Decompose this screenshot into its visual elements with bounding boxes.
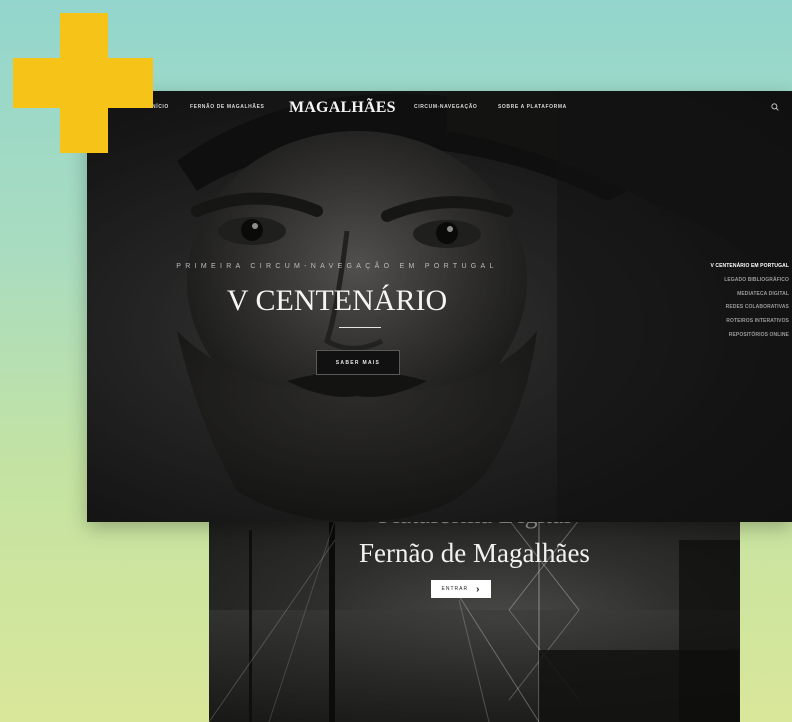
nav-item-fernao-de-magalhaes[interactable]: FERNÃO DE MAGALHÃES — [190, 104, 264, 110]
top-navigation: INÍCIO FERNÃO DE MAGALHÃES MAGALHÃES CIR… — [87, 91, 792, 123]
hero-kicker: PRIMEIRA CIRCUM-NAVEGAÇÃO EM PORTUGAL — [176, 263, 498, 270]
brand-logo[interactable]: MAGALHÃES — [289, 99, 396, 117]
hero-title: V CENTENÁRIO — [226, 284, 448, 317]
enter-button-label: ENTRAR — [441, 586, 469, 592]
ship-rigging-illustration — [209, 500, 740, 722]
side-menu-item-v-centenario[interactable]: V CENTENÁRIO EM PORTUGAL — [677, 260, 789, 274]
search-icon[interactable] — [771, 103, 779, 111]
side-menu-item-mediateca-digital[interactable]: MEDIATECA DIGITAL — [677, 288, 789, 302]
side-menu-item-roteiros-interativos[interactable]: ROTEIROS INTERATIVOS — [677, 315, 789, 329]
side-menu-item-repositorios-online[interactable]: REPOSITÓRIOS ONLINE — [677, 329, 789, 343]
nav-item-sobre-a-plataforma[interactable]: SOBRE A PLATAFORMA — [498, 104, 567, 110]
saber-mais-button[interactable]: SABER MAIS — [316, 350, 400, 375]
enter-button[interactable]: ENTRAR › — [431, 580, 491, 598]
hero-divider — [339, 327, 381, 328]
chevron-right-icon: › — [476, 583, 481, 595]
second-screen-preview: Plataforma Digital Fernão de Magalhães E… — [209, 500, 740, 722]
main-screen-preview: INÍCIO FERNÃO DE MAGALHÃES MAGALHÃES CIR… — [87, 91, 792, 522]
nav-item-circum-navegacao[interactable]: CIRCUM-NAVEGAÇÃO — [414, 104, 477, 110]
side-menu: V CENTENÁRIO EM PORTUGAL LEGADO BIBLIOGR… — [677, 260, 789, 343]
plus-horizontal-bar — [13, 58, 153, 108]
side-menu-item-legado-bibliografico[interactable]: LEGADO BIBLIOGRÁFICO — [677, 274, 789, 288]
side-menu-item-redes-colaborativas[interactable]: REDES COLABORATIVAS — [677, 301, 789, 315]
second-screen-title-line-2: Fernão de Magalhães — [359, 538, 590, 568]
